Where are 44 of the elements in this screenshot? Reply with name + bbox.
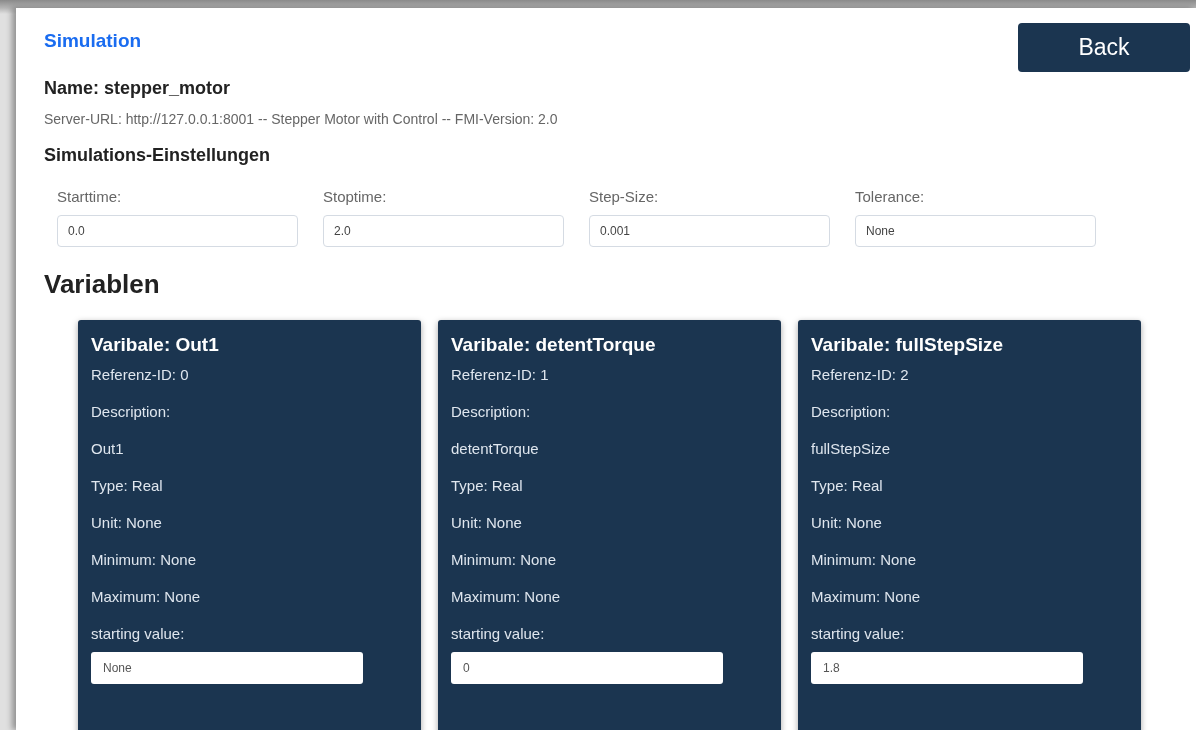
- variables-heading: Variablen: [44, 269, 161, 300]
- setting-label: Tolerance:: [855, 188, 926, 205]
- variable-property: Maximum: None: [451, 588, 561, 605]
- setting-label: Stoptime:: [323, 188, 388, 205]
- starting-value-input[interactable]: 0: [451, 652, 723, 684]
- variable-property: Referenz-ID: 2: [811, 366, 909, 383]
- setting-input[interactable]: 0.001: [589, 215, 830, 247]
- starting-value-input[interactable]: None: [91, 652, 363, 684]
- starting-value-label: starting value:: [811, 625, 905, 642]
- variable-property: detentTorque: [451, 440, 539, 457]
- variable-title: Varibale: detentTorque: [451, 334, 656, 356]
- setting-label: Step-Size:: [589, 188, 660, 205]
- variable-property: Out1: [91, 440, 124, 457]
- variable-property: Minimum: None: [811, 551, 917, 568]
- model-name: Name: stepper_motor: [44, 78, 232, 99]
- setting-label: Starttime:: [57, 188, 123, 205]
- settings-heading: Simulations-Einstellungen: [44, 145, 272, 166]
- variable-title: Varibale: fullStepSize: [811, 334, 1004, 356]
- variable-property: Minimum: None: [451, 551, 557, 568]
- setting-input[interactable]: None: [855, 215, 1096, 247]
- variable-property: Type: Real: [811, 477, 883, 494]
- variable-property: Maximum: None: [811, 588, 921, 605]
- variable-property: Description:: [451, 403, 531, 420]
- starting-value-input[interactable]: 1.8: [811, 652, 1083, 684]
- server-info: Server-URL: http://127.0.0.1:8001 -- Stepper Motor with Control -- FMI-Version: 2.0: [44, 111, 558, 127]
- variable-property: Minimum: None: [91, 551, 197, 568]
- variable-property: Maximum: None: [91, 588, 201, 605]
- variable-property: Referenz-ID: 0: [91, 366, 189, 383]
- variable-property: Type: Real: [91, 477, 163, 494]
- variable-property: fullStepSize: [811, 440, 891, 457]
- back-button[interactable]: Back: [1018, 23, 1190, 72]
- starting-value-label: starting value:: [91, 625, 185, 642]
- setting-input[interactable]: 2.0: [323, 215, 564, 247]
- setting-input[interactable]: 0.0: [57, 215, 298, 247]
- variable-property: Type: Real: [451, 477, 523, 494]
- variable-property: Unit: None: [811, 514, 882, 531]
- variable-property: Unit: None: [91, 514, 162, 531]
- variable-property: Unit: None: [451, 514, 522, 531]
- variable-property: Description:: [811, 403, 891, 420]
- variable-title: Varibale: Out1: [91, 334, 219, 356]
- variable-property: Referenz-ID: 1: [451, 366, 549, 383]
- starting-value-label: starting value:: [451, 625, 545, 642]
- simulation-link[interactable]: Simulation: [44, 30, 142, 52]
- variable-property: Description:: [91, 403, 171, 420]
